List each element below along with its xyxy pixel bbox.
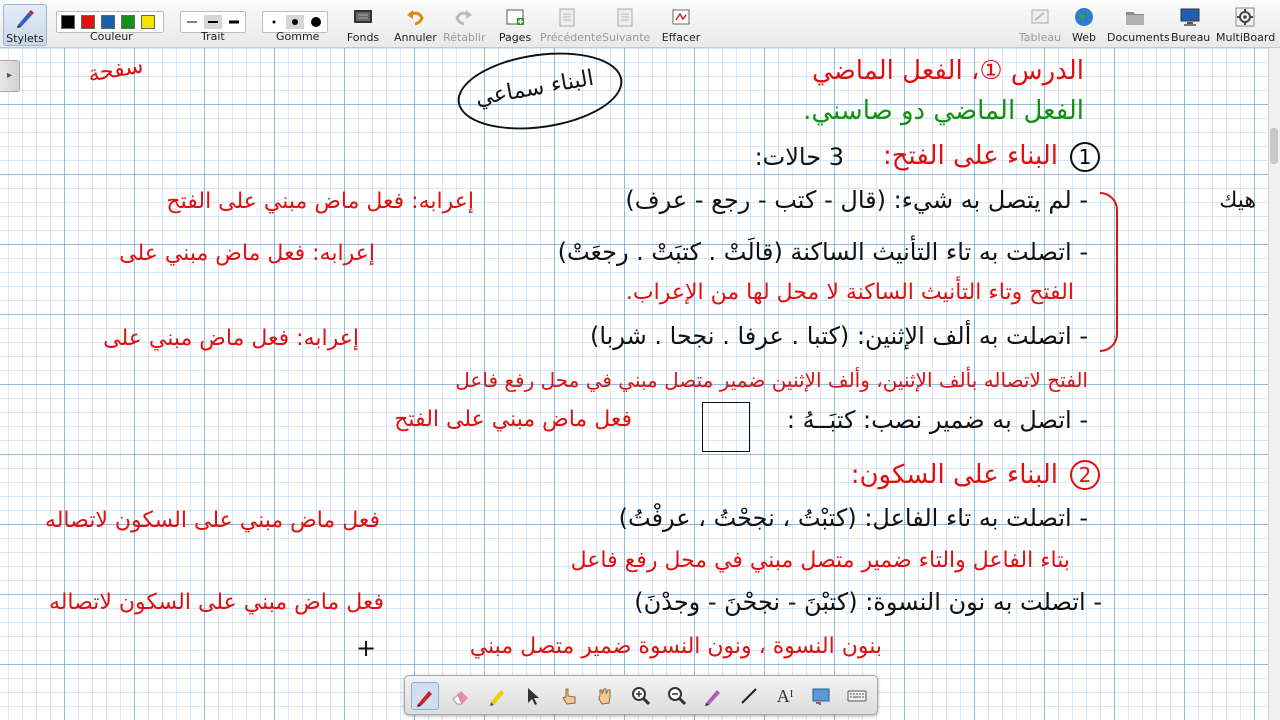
- lesson-title: الدرس ①، الفعل الماضي: [812, 56, 1084, 86]
- chevron-right-icon: ▸: [6, 70, 13, 81]
- side-note: هيك: [1219, 188, 1256, 213]
- color-yellow-swatch[interactable]: [141, 15, 155, 29]
- next-page-icon: [617, 8, 633, 27]
- vertical-scrollbar[interactable]: [1268, 48, 1280, 720]
- annuler-button[interactable]: Annuler: [394, 4, 437, 46]
- line-tool-button[interactable]: [735, 682, 763, 710]
- add-page-icon: [506, 9, 524, 25]
- line-medium-option[interactable]: [204, 15, 222, 29]
- color-green-swatch[interactable]: [121, 15, 135, 29]
- line6-parsing: فعل ماض مبني على السكون لاتصاله: [48, 590, 384, 615]
- retablir-button[interactable]: Rétablir: [443, 4, 486, 46]
- effacer-button[interactable]: Effacer: [660, 4, 702, 46]
- main-toolbar: Stylets Couleur Trait Gomme Fonds Annule…: [0, 0, 1280, 48]
- line2-text: - اتصلت به تاء التأنيث الساكنة (قالَتْ .…: [557, 238, 1088, 266]
- globe-icon: [1075, 8, 1093, 26]
- line2-parsing: إعرابه: فعل ماض مبني على: [119, 241, 375, 266]
- pointing-hand-icon: [562, 688, 576, 705]
- color-black-swatch[interactable]: [61, 15, 75, 29]
- section1-heading: البناء على الفتح:: [883, 141, 1058, 171]
- line6-text: - اتصلت به نون النسوة: (كتبْنَ - نجحْنَ …: [634, 588, 1102, 616]
- eraser-small-option[interactable]: [265, 15, 283, 29]
- stylets-button[interactable]: Stylets: [3, 4, 47, 46]
- line6-parsing-cont: بنون النسوة ، ونون النسوة ضمير متصل مبني: [469, 634, 882, 659]
- left-panel-toggle[interactable]: ▸: [0, 60, 20, 92]
- line1-text: - لم يتصل به شيء: (قال - كتب - رجع - عرف…: [625, 186, 1088, 214]
- gomme-label: Gomme: [276, 30, 320, 43]
- undo-icon: [407, 10, 424, 26]
- line-thick-option[interactable]: [225, 15, 243, 29]
- text-tool-button[interactable]: Aᴵ: [771, 682, 799, 710]
- clear-icon: [672, 9, 690, 25]
- line5-text: - اتصلت به تاء الفاعل: (كتبْتُ ، نجحْتُ …: [618, 504, 1088, 532]
- redo-icon: [455, 10, 472, 26]
- highlighter-tool-button[interactable]: [483, 682, 511, 710]
- multiboard-gear-icon: [1235, 7, 1255, 27]
- couleur-label: Couleur: [90, 30, 133, 43]
- keyboard-icon: [847, 690, 867, 702]
- line3-parsing-cont: الفتح لاتصاله بألف الإثنين، وألف الإثنين…: [455, 368, 1088, 392]
- pages-button[interactable]: Pages: [495, 4, 535, 46]
- select-tool-button[interactable]: [519, 682, 547, 710]
- background-icon: [354, 10, 372, 23]
- keyboard-button[interactable]: [843, 682, 871, 710]
- line5-parsing-cont: بتاء الفاعل والتاء ضمير متصل مبني في محل…: [570, 548, 1070, 573]
- desktop-icon: [1180, 8, 1200, 26]
- arrow-cursor-icon: [528, 688, 539, 705]
- zoom-in-button[interactable]: [627, 682, 655, 710]
- line5-parsing: فعل ماض مبني على السكون لاتصاله: [44, 508, 380, 533]
- board-icon: [1031, 9, 1049, 24]
- line-icon: [741, 688, 757, 704]
- trait-label: Trait: [201, 30, 225, 43]
- pen-tool-icon: [417, 691, 432, 707]
- highlighter-icon: [490, 690, 504, 706]
- previous-page-icon: [559, 8, 575, 27]
- magic-pen-button[interactable]: [699, 682, 727, 710]
- color-red-swatch[interactable]: [81, 15, 95, 29]
- suffix-box: [702, 402, 750, 452]
- lesson-subtitle: الفعل الماضي دو صاسني.: [803, 96, 1084, 126]
- section1-tail: 3 حالات:: [754, 143, 844, 171]
- line-thin-option[interactable]: [183, 15, 201, 29]
- eraser-icon: [452, 691, 468, 705]
- magic-pen-icon: [705, 690, 720, 706]
- zoom-out-button[interactable]: [663, 682, 691, 710]
- line4-text: - اتصل به ضمير نصب: كتبَــهُ :: [786, 406, 1088, 434]
- line2-parsing-cont: الفتح وتاء التأنيث الساكنة لا محل لها من…: [625, 280, 1074, 305]
- section1-number: 1: [1070, 142, 1100, 172]
- text-tool-icon: Aᴵ: [776, 686, 794, 706]
- hand-icon: [598, 688, 611, 705]
- eraser-large-option[interactable]: [307, 15, 325, 29]
- line1-parsing: إعرابه: فعل ماض مبني على الفتح: [166, 189, 474, 214]
- documents-button[interactable]: Documents: [1107, 4, 1170, 46]
- point-tool-button[interactable]: [555, 682, 583, 710]
- capture-icon: [812, 688, 830, 705]
- plus-mark: +: [356, 634, 377, 662]
- fonds-button[interactable]: Fonds: [342, 4, 384, 46]
- zoom-in-icon: [632, 687, 651, 706]
- line3-text: - اتصلت به ألف الإثنين: (كتبا . عرفا . ن…: [590, 322, 1088, 350]
- brace-mark: [1100, 192, 1118, 352]
- pen-tool-button[interactable]: [411, 682, 439, 710]
- capture-tool-button[interactable]: [807, 682, 835, 710]
- line3-parsing: إعرابه: فعل ماض مبني على: [103, 326, 359, 351]
- line4-parsing: فعل ماض مبني على الفتح: [394, 407, 632, 432]
- floating-toolbar: Aᴵ: [404, 675, 878, 715]
- section2-number: 2: [1070, 460, 1100, 490]
- eraser-medium-option[interactable]: [286, 15, 304, 29]
- multiboard-button[interactable]: MultiBoard: [1216, 4, 1275, 46]
- suivante-button[interactable]: Suivante: [602, 4, 650, 46]
- web-button[interactable]: Web: [1068, 4, 1100, 46]
- bureau-button[interactable]: Bureau: [1171, 4, 1210, 46]
- zoom-out-icon: [668, 687, 687, 706]
- folder-icon: [1126, 12, 1144, 25]
- section2-heading: البناء على السكون:: [850, 460, 1058, 490]
- eraser-tool-button[interactable]: [447, 682, 475, 710]
- tableau-button[interactable]: Tableau: [1018, 4, 1062, 46]
- precedente-button[interactable]: Précédente: [540, 4, 602, 46]
- scroll-thumb[interactable]: [1270, 128, 1278, 164]
- pen-icon: [17, 10, 34, 28]
- pan-tool-button[interactable]: [591, 682, 619, 710]
- color-blue-swatch[interactable]: [101, 15, 115, 29]
